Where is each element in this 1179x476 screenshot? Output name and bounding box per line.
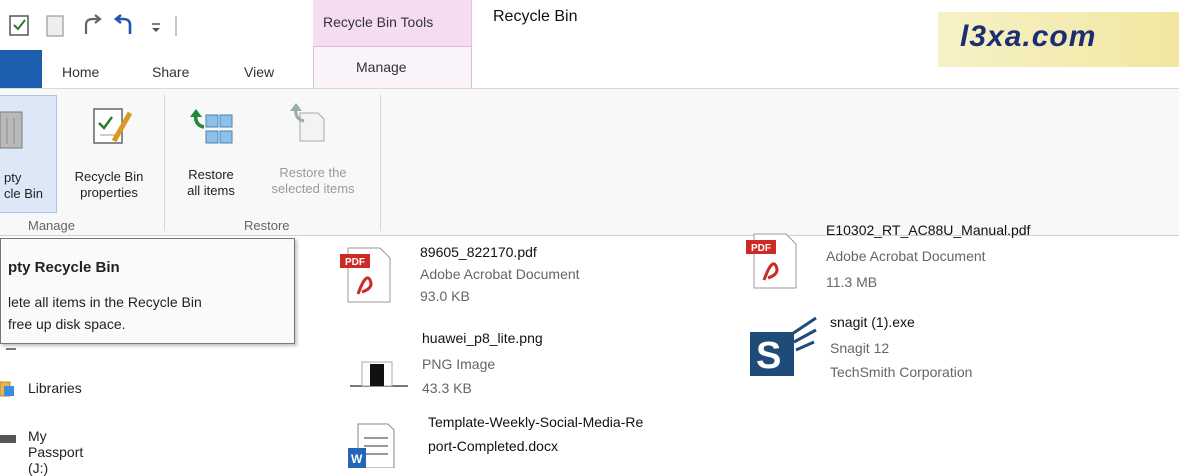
file-name: huawei_p8_lite.png: [422, 330, 543, 346]
group-label-restore: Restore: [244, 218, 290, 233]
toolbar-divider: [174, 14, 178, 38]
pdf-icon: PDF: [742, 232, 802, 295]
empty-recycle-bin-button[interactable]: pty cle Bin: [0, 95, 57, 213]
file-item[interactable]: PDF 89605_822170.pdf Adobe Acrobat Docum…: [336, 240, 656, 310]
tab-view[interactable]: View: [244, 64, 274, 80]
restore-all-items-button[interactable]: Restore all items: [176, 95, 246, 211]
tooltip-description: lete all items in the Recycle Bin free u…: [8, 291, 288, 335]
png-thumbnail-icon: [336, 342, 416, 395]
undo-icon[interactable]: [112, 13, 136, 38]
file-size: 43.3 KB: [422, 380, 472, 396]
recycle-bin-properties-label-line1: Recycle Bin: [74, 169, 144, 184]
file-name: 89605_822170.pdf: [420, 244, 537, 260]
nav-item-label: Libraries: [28, 380, 82, 396]
tab-home[interactable]: Home: [62, 64, 99, 80]
restore-selected-items-label-line2: selected items: [271, 181, 355, 196]
file-item[interactable]: W Template-Weekly-Social-Media-Re port-C…: [336, 410, 736, 469]
file-name: E10302_RT_AC88U_Manual.pdf: [826, 222, 1031, 238]
tab-share[interactable]: Share: [152, 64, 189, 80]
file-name-line2: port-Completed.docx: [428, 438, 558, 454]
restore-selected-icon: [288, 101, 332, 148]
contextual-tab-header-label: Recycle Bin Tools: [323, 14, 434, 30]
svg-text:S: S: [756, 335, 781, 377]
file-type: Adobe Acrobat Document: [826, 248, 986, 264]
pdf-icon: PDF: [336, 246, 396, 309]
restore-all-items-label-line1: Restore: [188, 167, 234, 182]
tooltip-description-line1: lete all items in the Recycle Bin: [8, 294, 202, 310]
word-document-icon: W: [336, 422, 396, 473]
recycle-bin-icon: [0, 108, 30, 155]
empty-recycle-bin-tooltip: pty Recycle Bin lete all items in the Re…: [0, 238, 295, 344]
new-folder-icon[interactable]: [44, 14, 68, 38]
nav-divider: [6, 348, 16, 350]
ribbon: pty cle Bin Recycle Bin properties Manag…: [0, 88, 1179, 236]
recycle-bin-properties-label-line2: properties: [80, 185, 138, 200]
customize-toolbar-icon[interactable]: [148, 14, 172, 38]
file-name-line1: Template-Weekly-Social-Media-Re: [428, 414, 644, 430]
file-name: snagit (1).exe: [830, 314, 915, 330]
file-item[interactable]: PDF E10302_RT_AC88U_Manual.pdf Adobe Acr…: [742, 218, 1162, 296]
ribbon-group-separator: [380, 95, 381, 231]
restore-selected-items-label-line1: Restore the: [279, 165, 347, 180]
empty-recycle-bin-label-line1: pty: [4, 170, 22, 185]
contextual-tab-header: Recycle Bin Tools: [313, 0, 472, 46]
file-size: 93.0 KB: [420, 288, 470, 304]
restore-selected-items-button[interactable]: Restore the selected items: [252, 95, 374, 211]
nav-item-label: My Passport (J:): [28, 428, 84, 476]
drive-icon: [0, 432, 20, 449]
libraries-icon: [0, 380, 20, 401]
file-item[interactable]: S snagit (1).exe Snagit 12 TechSmith Cor…: [742, 310, 1162, 390]
ribbon-group-separator: [164, 95, 165, 231]
restore-all-icon: [190, 107, 234, 152]
file-type: Adobe Acrobat Document: [420, 266, 580, 282]
redo-icon[interactable]: [80, 14, 104, 38]
file-item[interactable]: huawei_p8_lite.png PNG Image 43.3 KB: [336, 326, 656, 402]
restore-all-items-label-line2: all items: [187, 183, 235, 198]
svg-text:PDF: PDF: [751, 243, 771, 254]
file-size: 11.3 MB: [826, 274, 878, 290]
properties-icon: [92, 105, 133, 152]
tab-manage[interactable]: Manage: [313, 46, 472, 88]
tooltip-description-line2: free up disk space.: [8, 316, 126, 332]
tooltip-title: pty Recycle Bin: [8, 259, 120, 276]
svg-text:W: W: [351, 452, 363, 466]
file-type: Snagit 12: [830, 340, 890, 356]
watermark: l3xa.com: [938, 12, 1179, 67]
file-type: PNG Image: [422, 356, 496, 372]
group-label-manage: Manage: [28, 218, 75, 233]
svg-text:PDF: PDF: [345, 257, 365, 268]
quick-access-toolbar: [0, 0, 310, 48]
properties-check-icon[interactable]: [8, 14, 32, 38]
recycle-bin-properties-button[interactable]: Recycle Bin properties: [62, 95, 156, 211]
file-publisher: TechSmith Corporation: [830, 364, 973, 380]
empty-recycle-bin-label-line2: cle Bin: [4, 186, 44, 201]
file-tab[interactable]: [0, 50, 42, 88]
window-title: Recycle Bin: [493, 8, 578, 25]
watermark-text: l3xa.com: [960, 20, 1097, 53]
snagit-icon: S: [742, 312, 818, 387]
tab-manage-label: Manage: [356, 59, 407, 75]
